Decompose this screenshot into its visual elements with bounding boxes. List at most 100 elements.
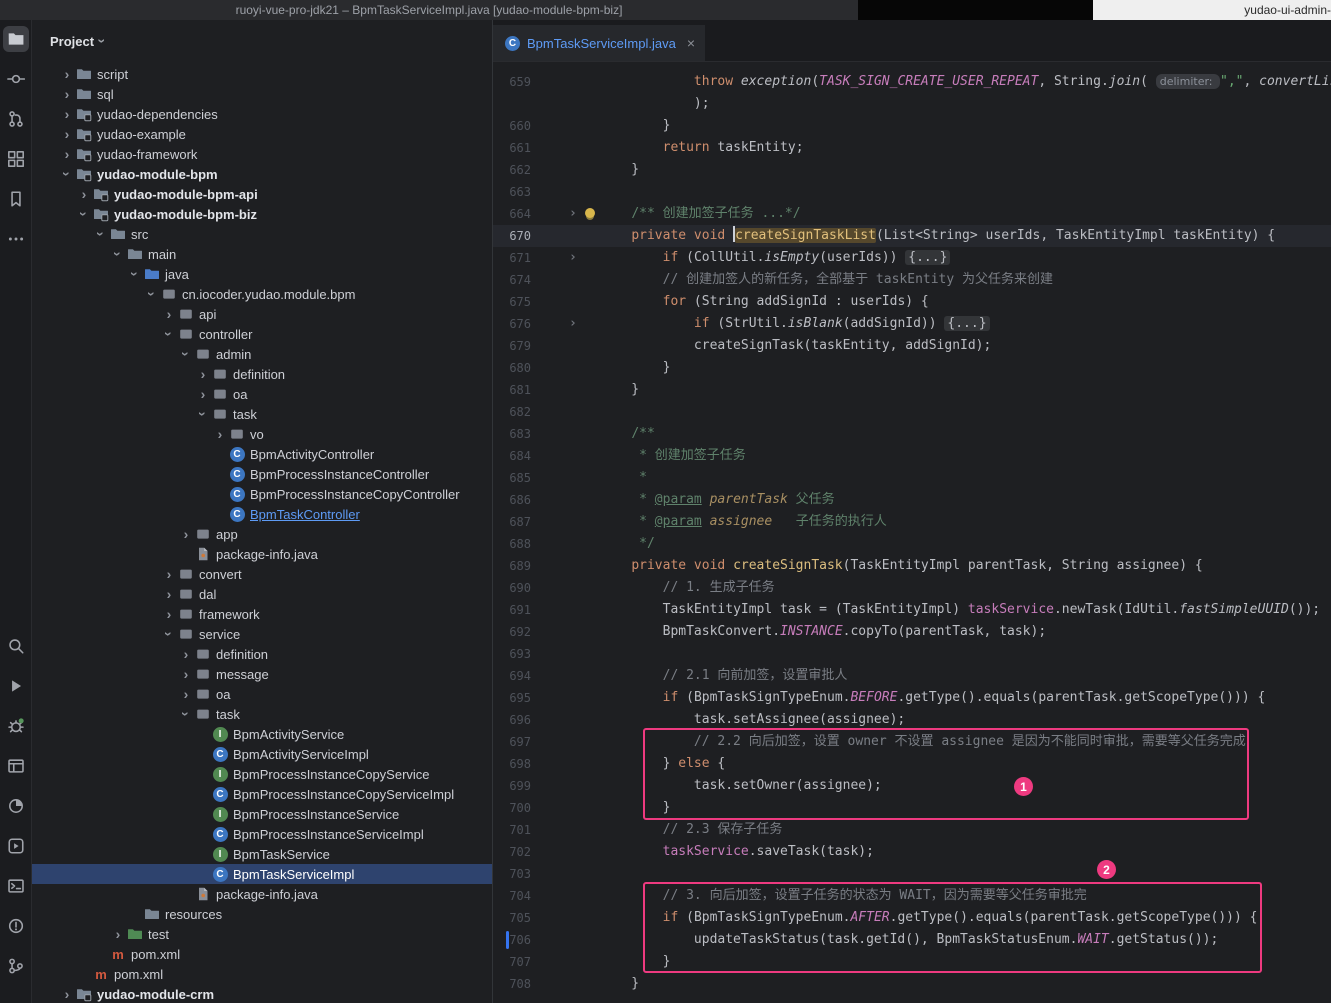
version-control-icon[interactable] bbox=[3, 953, 29, 979]
code-line-continuation[interactable]: ); bbox=[493, 93, 1331, 115]
tree-item-admin[interactable]: ›admin bbox=[32, 344, 492, 364]
code-line-691[interactable]: 691 TaskEntityImpl task = (TaskEntityImp… bbox=[493, 599, 1331, 621]
tree-item-dal[interactable]: ›dal bbox=[32, 584, 492, 604]
code-line-702[interactable]: 702 taskService.saveTask(task); bbox=[493, 841, 1331, 863]
fold-arrow-icon[interactable]: › bbox=[569, 247, 577, 269]
code-line-660[interactable]: 660 } bbox=[493, 115, 1331, 137]
tree-chevron-icon[interactable]: › bbox=[195, 407, 211, 421]
code-line-682[interactable]: 682 bbox=[493, 401, 1331, 423]
tree-item-BpmProcessInstanceService[interactable]: ›IBpmProcessInstanceService bbox=[32, 804, 492, 824]
tree-item-yudao-module-bpm-biz[interactable]: ›yudao-module-bpm-biz bbox=[32, 204, 492, 224]
code-line-703[interactable]: 703 bbox=[493, 863, 1331, 885]
tree-chevron-icon[interactable]: › bbox=[162, 586, 176, 602]
code-line-692[interactable]: 692 BpmTaskConvert.INSTANCE.copyTo(paren… bbox=[493, 621, 1331, 643]
tree-item-yudao-dependencies[interactable]: ›yudao-dependencies bbox=[32, 104, 492, 124]
tree-item-framework[interactable]: ›framework bbox=[32, 604, 492, 624]
tree-chevron-icon[interactable]: › bbox=[76, 207, 92, 221]
tree-item-main[interactable]: ›main bbox=[32, 244, 492, 264]
code-line-706[interactable]: 706 updateTaskStatus(task.getId(), BpmTa… bbox=[493, 929, 1331, 951]
tree-item-package-info.java[interactable]: ›package-info.java bbox=[32, 544, 492, 564]
code-line-694[interactable]: 694 // 2.1 向前加签，设置审批人 bbox=[493, 665, 1331, 687]
fold-arrow-icon[interactable]: › bbox=[569, 203, 577, 225]
tree-item-resources[interactable]: ›resources bbox=[32, 904, 492, 924]
code-line-671[interactable]: 671› if (CollUtil.isEmpty(userIds)) {...… bbox=[493, 247, 1331, 269]
tree-item-task[interactable]: ›task bbox=[32, 404, 492, 424]
project-icon[interactable] bbox=[3, 26, 29, 52]
tree-item-cn.iocoder.yudao.module.bpm[interactable]: ›cn.iocoder.yudao.module.bpm bbox=[32, 284, 492, 304]
tree-chevron-icon[interactable]: › bbox=[162, 606, 176, 622]
debug-icon[interactable] bbox=[3, 713, 29, 739]
tree-chevron-icon[interactable]: › bbox=[60, 146, 74, 162]
tree-chevron-icon[interactable]: › bbox=[77, 186, 91, 202]
tree-item-BpmActivityService[interactable]: ›IBpmActivityService bbox=[32, 724, 492, 744]
code-line-680[interactable]: 680 } bbox=[493, 357, 1331, 379]
tree-item-controller[interactable]: ›controller bbox=[32, 324, 492, 344]
tree-chevron-icon[interactable]: › bbox=[111, 926, 125, 942]
tree-item-oa[interactable]: ›oa bbox=[32, 684, 492, 704]
code-line-675[interactable]: 675 for (String addSignId : userIds) { bbox=[493, 291, 1331, 313]
code-line-686[interactable]: 686 * @param parentTask 父任务 bbox=[493, 489, 1331, 511]
tree-chevron-icon[interactable]: › bbox=[161, 627, 177, 641]
tree-item-app[interactable]: ›app bbox=[32, 524, 492, 544]
tree-item-definition[interactable]: ›definition bbox=[32, 364, 492, 384]
more-icon[interactable] bbox=[3, 226, 29, 252]
problems-icon[interactable] bbox=[3, 913, 29, 939]
tree-chevron-icon[interactable]: › bbox=[60, 66, 74, 82]
code-line-690[interactable]: 690 // 1. 生成子任务 bbox=[493, 577, 1331, 599]
tree-item-BpmProcessInstanceCopyController[interactable]: ›CBpmProcessInstanceCopyController bbox=[32, 484, 492, 504]
tree-chevron-icon[interactable]: › bbox=[213, 426, 227, 442]
tree-chevron-icon[interactable]: › bbox=[93, 227, 109, 241]
tree-chevron-icon[interactable]: › bbox=[162, 566, 176, 582]
commit-icon[interactable] bbox=[3, 66, 29, 92]
code-line-663[interactable]: 663 bbox=[493, 181, 1331, 203]
tree-item-BpmProcessInstanceCopyService[interactable]: ›IBpmProcessInstanceCopyService bbox=[32, 764, 492, 784]
code-line-688[interactable]: 688 */ bbox=[493, 533, 1331, 555]
tree-item-yudao-module-crm[interactable]: ›yudao-module-crm bbox=[32, 984, 492, 1003]
tree-item-definition[interactable]: ›definition bbox=[32, 644, 492, 664]
code-line-701[interactable]: 701 // 2.3 保存子任务 bbox=[493, 819, 1331, 841]
tree-chevron-icon[interactable]: › bbox=[178, 347, 194, 361]
tree-item-package-info.java[interactable]: ›package-info.java bbox=[32, 884, 492, 904]
code-line-683[interactable]: 683 /** bbox=[493, 423, 1331, 445]
code-line-659[interactable]: 659 throw exception(TASK_SIGN_CREATE_USE… bbox=[493, 71, 1331, 93]
tree-chevron-icon[interactable]: › bbox=[110, 247, 126, 261]
terminal-icon[interactable] bbox=[3, 873, 29, 899]
tree-chevron-icon[interactable]: › bbox=[161, 327, 177, 341]
tree-item-BpmActivityServiceImpl[interactable]: ›CBpmActivityServiceImpl bbox=[32, 744, 492, 764]
tree-chevron-icon[interactable]: › bbox=[179, 686, 193, 702]
tree-chevron-icon[interactable]: › bbox=[60, 126, 74, 142]
tree-chevron-icon[interactable]: › bbox=[179, 526, 193, 542]
tree-item-src[interactable]: ›src bbox=[32, 224, 492, 244]
code-line-664[interactable]: 664› /** 创建加签子任务 ...*/ bbox=[493, 203, 1331, 225]
tree-chevron-icon[interactable]: › bbox=[196, 386, 210, 402]
code-line-662[interactable]: 662 } bbox=[493, 159, 1331, 181]
bookmarks-icon[interactable] bbox=[3, 186, 29, 212]
tree-item-BpmTaskService[interactable]: ›IBpmTaskService bbox=[32, 844, 492, 864]
services-icon[interactable] bbox=[3, 833, 29, 859]
code-line-699[interactable]: 699 task.setOwner(assignee); bbox=[493, 775, 1331, 797]
code-line-676[interactable]: 676› if (StrUtil.isBlank(addSignId)) {..… bbox=[493, 313, 1331, 335]
tree-chevron-icon[interactable]: › bbox=[60, 106, 74, 122]
tree-item-oa[interactable]: ›oa bbox=[32, 384, 492, 404]
code-line-700[interactable]: 700 } bbox=[493, 797, 1331, 819]
close-icon[interactable]: × bbox=[687, 35, 695, 51]
code-line-670[interactable]: 670 private void createSignTaskList(List… bbox=[493, 225, 1331, 247]
code-line-705[interactable]: 705 if (BpmTaskSignTypeEnum.AFTER.getTyp… bbox=[493, 907, 1331, 929]
tree-chevron-icon[interactable]: › bbox=[144, 287, 160, 301]
tree-chevron-icon[interactable]: › bbox=[179, 666, 193, 682]
code-line-704[interactable]: 704 // 3. 向后加签，设置子任务的状态为 WAIT，因为需要等父任务审批… bbox=[493, 885, 1331, 907]
tree-item-pom.xml[interactable]: ›mpom.xml bbox=[32, 964, 492, 984]
tree-item-pom.xml[interactable]: ›mpom.xml bbox=[32, 944, 492, 964]
tree-item-BpmProcessInstanceServiceImpl[interactable]: ›CBpmProcessInstanceServiceImpl bbox=[32, 824, 492, 844]
tree-chevron-icon[interactable]: › bbox=[162, 306, 176, 322]
tree-item-BpmTaskServiceImpl[interactable]: ›CBpmTaskServiceImpl bbox=[32, 864, 492, 884]
pull-requests-icon[interactable] bbox=[3, 106, 29, 132]
find-icon[interactable] bbox=[3, 633, 29, 659]
intention-bulb-icon[interactable] bbox=[585, 208, 595, 218]
code-line-696[interactable]: 696 task.setAssignee(assignee); bbox=[493, 709, 1331, 731]
tree-item-test[interactable]: ›test bbox=[32, 924, 492, 944]
tree-item-BpmProcessInstanceController[interactable]: ›CBpmProcessInstanceController bbox=[32, 464, 492, 484]
tree-chevron-icon[interactable]: › bbox=[179, 646, 193, 662]
code-line-681[interactable]: 681 } bbox=[493, 379, 1331, 401]
code-line-697[interactable]: 697 // 2.2 向后加签，设置 owner 不设置 assignee 是因… bbox=[493, 731, 1331, 753]
